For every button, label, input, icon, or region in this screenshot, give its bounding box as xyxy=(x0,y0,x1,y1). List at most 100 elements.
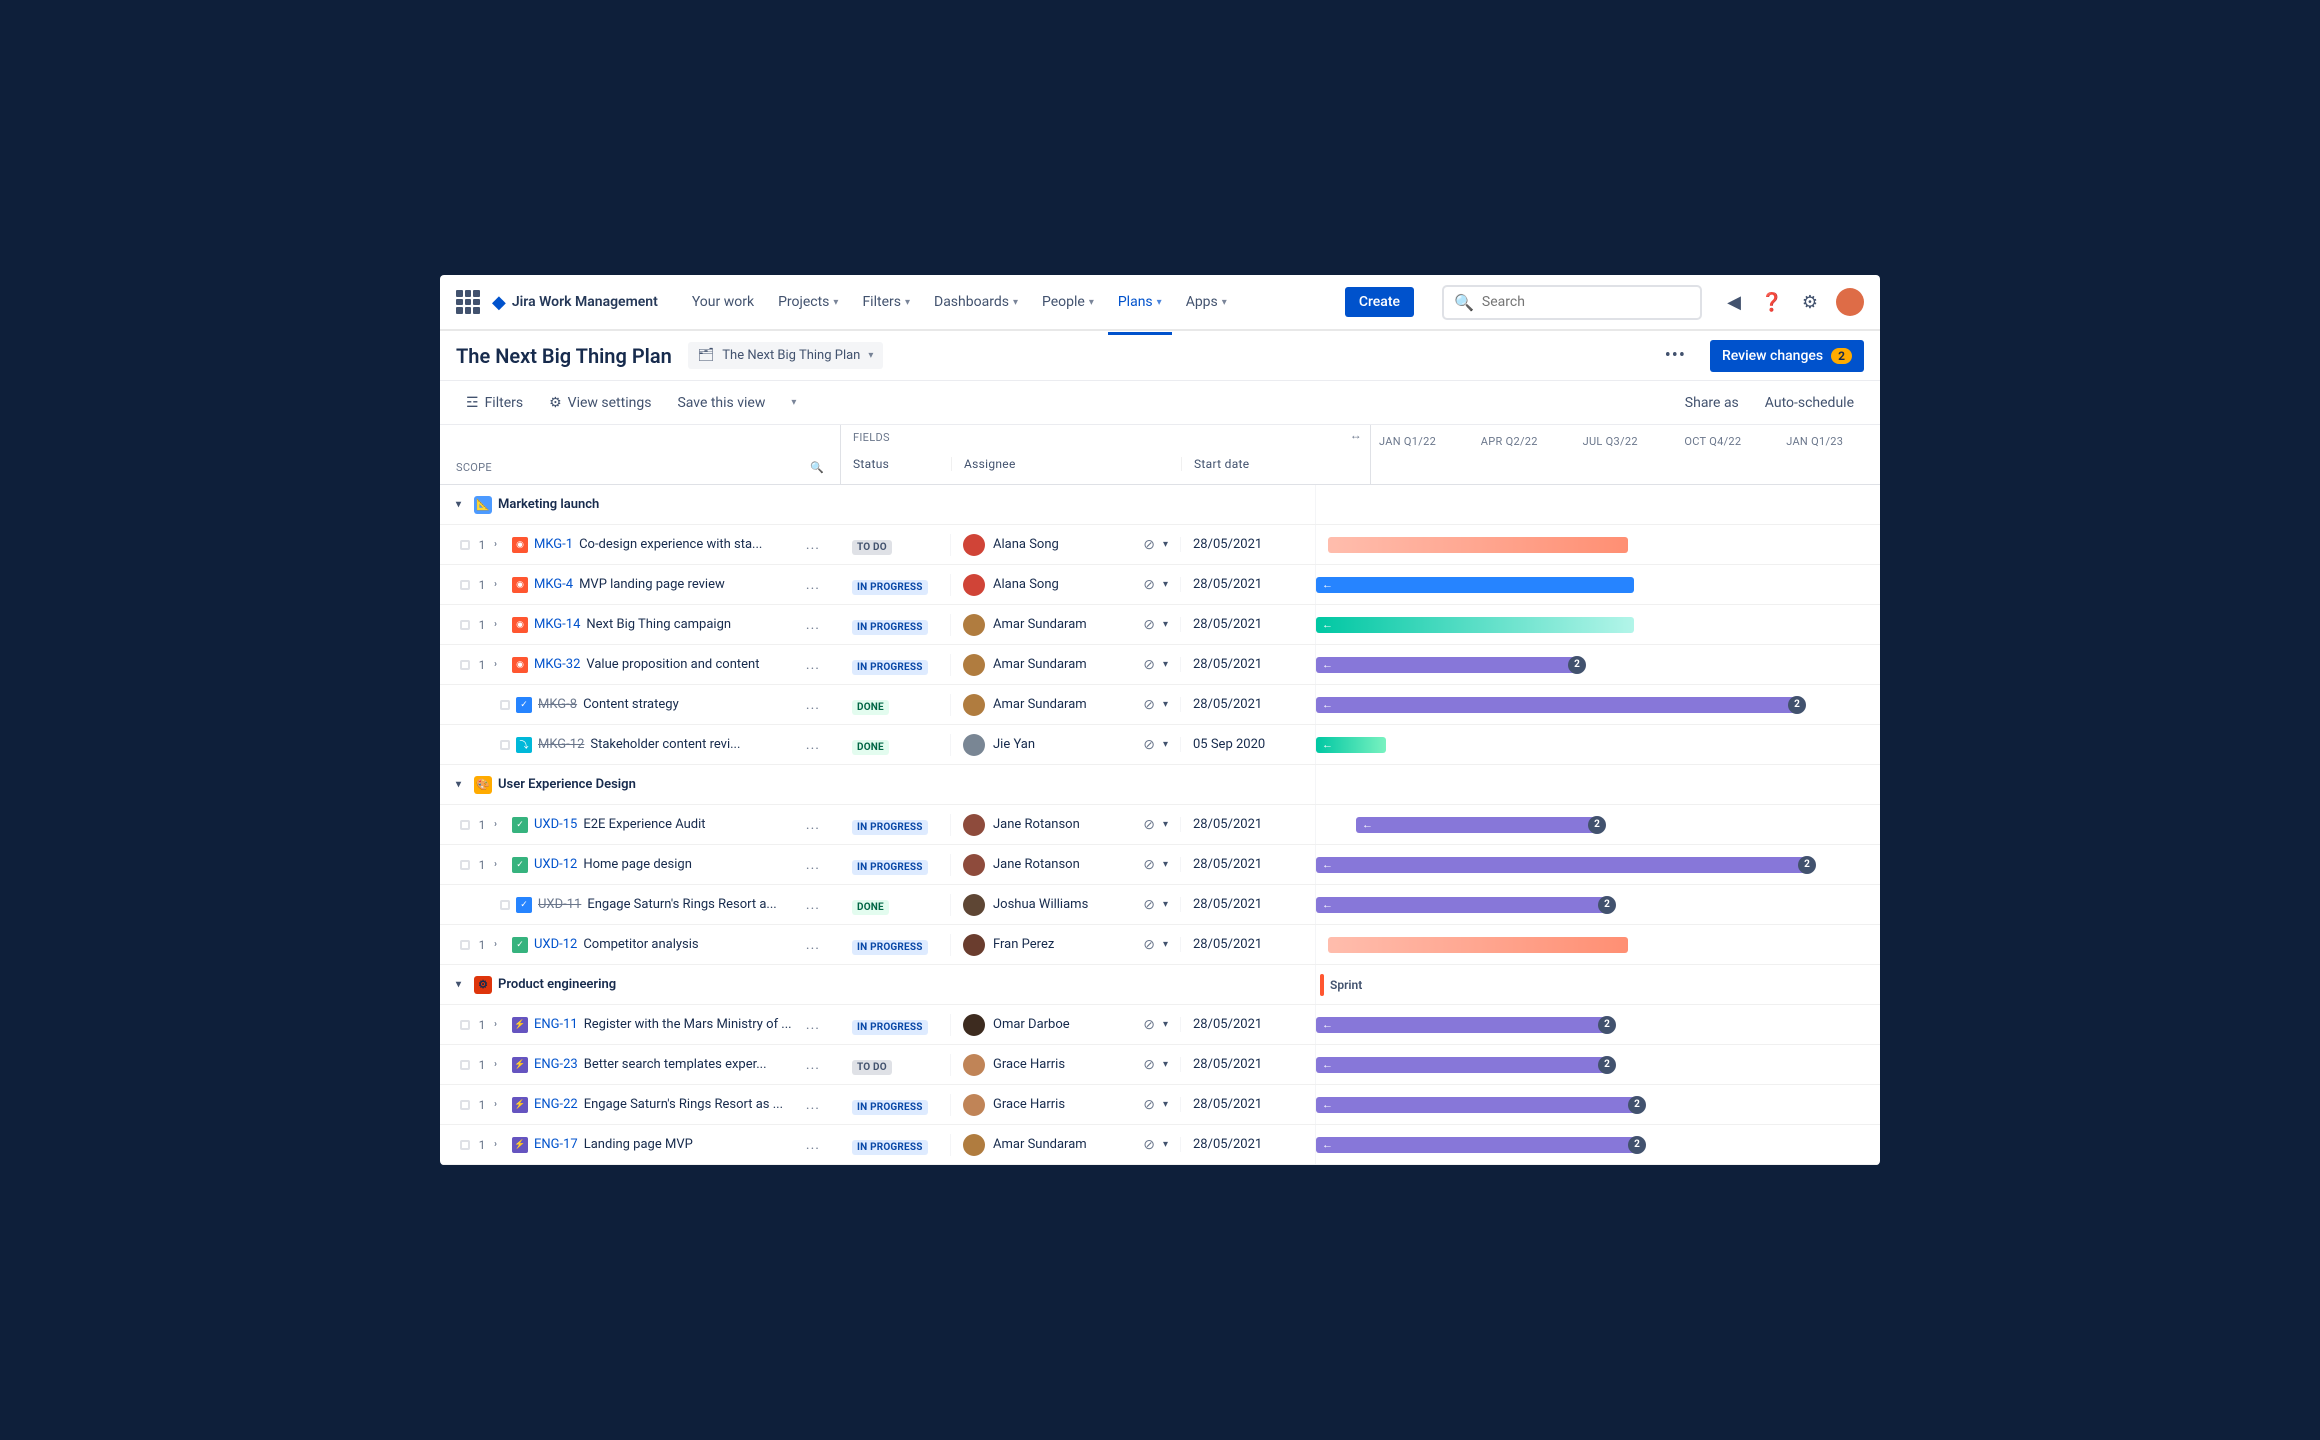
unassign-icon[interactable]: ⊘ xyxy=(1143,697,1155,713)
expand-icon[interactable]: › xyxy=(494,659,506,670)
status-lozenge[interactable]: IN PROGRESS xyxy=(852,860,928,875)
issue-key[interactable]: MKG-8 xyxy=(538,697,577,712)
caret-down-icon[interactable]: ▾ xyxy=(456,499,468,510)
rank-box[interactable] xyxy=(460,1140,470,1150)
issue-row[interactable]: 1›◉MKG-1Co-design experience with sta...… xyxy=(440,525,1880,565)
assignee-column-header[interactable]: Assignee xyxy=(951,457,1181,471)
assignee-avatar[interactable] xyxy=(963,1054,985,1076)
unassign-icon[interactable]: ⊘ xyxy=(1143,937,1155,953)
issue-row[interactable]: ⤵MKG-12Stakeholder content revi......DON… xyxy=(440,725,1880,765)
status-lozenge[interactable]: IN PROGRESS xyxy=(852,580,928,595)
expand-icon[interactable]: › xyxy=(494,1139,506,1150)
filters-button[interactable]: ☲Filters xyxy=(456,389,533,417)
auto-schedule-button[interactable]: Auto-schedule xyxy=(1755,389,1864,417)
chevron-down-icon[interactable]: ▾ xyxy=(1163,1099,1168,1110)
issue-row[interactable]: ✓UXD-11Engage Saturn's Rings Resort a...… xyxy=(440,885,1880,925)
issue-row[interactable]: 1›✓UXD-12Competitor analysis...IN PROGRE… xyxy=(440,925,1880,965)
scope-search-icon[interactable]: 🔍 xyxy=(810,461,824,474)
issue-row[interactable]: 1›◉MKG-14Next Big Thing campaign...IN PR… xyxy=(440,605,1880,645)
group-header[interactable]: ▾📐Marketing launch xyxy=(440,485,1880,525)
nav-projects[interactable]: Projects▾ xyxy=(768,286,848,318)
nav-dashboards[interactable]: Dashboards▾ xyxy=(924,286,1028,318)
unassign-icon[interactable]: ⊘ xyxy=(1143,1017,1155,1033)
start-date[interactable]: 28/05/2021 xyxy=(1180,897,1315,912)
row-actions-icon[interactable]: ... xyxy=(802,1017,824,1033)
timeline-bar[interactable] xyxy=(1328,937,1628,953)
chevron-down-icon[interactable]: ▾ xyxy=(1163,939,1168,950)
row-actions-icon[interactable]: ... xyxy=(802,737,824,753)
timeline-bar[interactable]: ←2 xyxy=(1316,1017,1606,1033)
unassign-icon[interactable]: ⊘ xyxy=(1143,1137,1155,1153)
issue-row[interactable]: 1›⚡ENG-17Landing page MVP...IN PROGRESSA… xyxy=(440,1125,1880,1165)
issue-key[interactable]: UXD-11 xyxy=(538,897,581,912)
expand-icon[interactable]: › xyxy=(494,539,506,550)
app-switcher-icon[interactable] xyxy=(456,290,480,314)
view-settings-button[interactable]: ⚙View settings xyxy=(539,389,661,417)
start-date[interactable]: 28/05/2021 xyxy=(1180,1057,1315,1072)
caret-down-icon[interactable]: ▾ xyxy=(456,979,468,990)
row-actions-icon[interactable]: ... xyxy=(802,1097,824,1113)
issue-row[interactable]: ✓MKG-8Content strategy...DONEAmar Sundar… xyxy=(440,685,1880,725)
start-date[interactable]: 28/05/2021 xyxy=(1180,857,1315,872)
issue-row[interactable]: 1›⚡ENG-22Engage Saturn's Rings Resort as… xyxy=(440,1085,1880,1125)
row-actions-icon[interactable]: ... xyxy=(802,1137,824,1153)
unassign-icon[interactable]: ⊘ xyxy=(1143,1057,1155,1073)
nav-apps[interactable]: Apps▾ xyxy=(1176,286,1237,318)
save-view-dropdown[interactable]: ▾ xyxy=(781,391,806,414)
chevron-down-icon[interactable]: ▾ xyxy=(1163,1019,1168,1030)
more-menu-icon[interactable]: ••• xyxy=(1657,341,1694,370)
assignee-avatar[interactable] xyxy=(963,854,985,876)
settings-icon[interactable]: ⚙ xyxy=(1798,290,1822,314)
assignee-avatar[interactable] xyxy=(963,734,985,756)
issue-key[interactable]: UXD-12 xyxy=(534,937,577,952)
date-column-header[interactable]: Start date xyxy=(1181,457,1316,471)
status-lozenge[interactable]: TO DO xyxy=(852,540,892,555)
unassign-icon[interactable]: ⊘ xyxy=(1143,897,1155,913)
rank-box[interactable] xyxy=(460,820,470,830)
expand-icon[interactable]: › xyxy=(494,819,506,830)
status-lozenge[interactable]: DONE xyxy=(852,700,889,715)
group-header[interactable]: ▾⚙Product engineeringSprint xyxy=(440,965,1880,1005)
issue-key[interactable]: ENG-11 xyxy=(534,1017,578,1032)
start-date[interactable]: 28/05/2021 xyxy=(1180,1137,1315,1152)
search-input[interactable] xyxy=(1482,294,1690,310)
chevron-down-icon[interactable]: ▾ xyxy=(1163,1139,1168,1150)
issue-key[interactable]: UXD-15 xyxy=(534,817,577,832)
chevron-down-icon[interactable]: ▾ xyxy=(1163,699,1168,710)
status-lozenge[interactable]: IN PROGRESS xyxy=(852,620,928,635)
assignee-avatar[interactable] xyxy=(963,574,985,596)
row-actions-icon[interactable]: ... xyxy=(802,857,824,873)
issue-key[interactable]: ENG-22 xyxy=(534,1097,578,1112)
issue-key[interactable]: MKG-4 xyxy=(534,577,573,592)
unassign-icon[interactable]: ⊘ xyxy=(1143,1097,1155,1113)
start-date[interactable]: 28/05/2021 xyxy=(1180,617,1315,632)
unassign-icon[interactable]: ⊘ xyxy=(1143,657,1155,673)
expand-icon[interactable]: › xyxy=(494,1099,506,1110)
rank-box[interactable] xyxy=(500,900,510,910)
notifications-icon[interactable]: ◀ xyxy=(1722,290,1746,314)
review-changes-button[interactable]: Review changes 2 xyxy=(1710,340,1864,372)
status-lozenge[interactable]: TO DO xyxy=(852,1060,892,1075)
issue-key[interactable]: MKG-32 xyxy=(534,657,580,672)
timeline-bar[interactable]: ←2 xyxy=(1316,1137,1636,1153)
caret-down-icon[interactable]: ▾ xyxy=(456,779,468,790)
start-date[interactable]: 28/05/2021 xyxy=(1180,1097,1315,1112)
row-actions-icon[interactable]: ... xyxy=(802,1057,824,1073)
assignee-avatar[interactable] xyxy=(963,534,985,556)
status-lozenge[interactable]: IN PROGRESS xyxy=(852,660,928,675)
timeline-bar[interactable]: ←2 xyxy=(1316,897,1606,913)
issue-row[interactable]: 1›✓UXD-15E2E Experience Audit...IN PROGR… xyxy=(440,805,1880,845)
chevron-down-icon[interactable]: ▾ xyxy=(1163,619,1168,630)
status-lozenge[interactable]: IN PROGRESS xyxy=(852,820,928,835)
rank-box[interactable] xyxy=(460,660,470,670)
status-lozenge[interactable]: IN PROGRESS xyxy=(852,1100,928,1115)
row-actions-icon[interactable]: ... xyxy=(802,817,824,833)
row-actions-icon[interactable]: ... xyxy=(802,617,824,633)
rank-box[interactable] xyxy=(500,700,510,710)
row-actions-icon[interactable]: ... xyxy=(802,697,824,713)
unassign-icon[interactable]: ⊘ xyxy=(1143,817,1155,833)
issue-key[interactable]: UXD-12 xyxy=(534,857,577,872)
expand-icon[interactable]: › xyxy=(494,1019,506,1030)
rank-box[interactable] xyxy=(460,860,470,870)
assignee-avatar[interactable] xyxy=(963,894,985,916)
